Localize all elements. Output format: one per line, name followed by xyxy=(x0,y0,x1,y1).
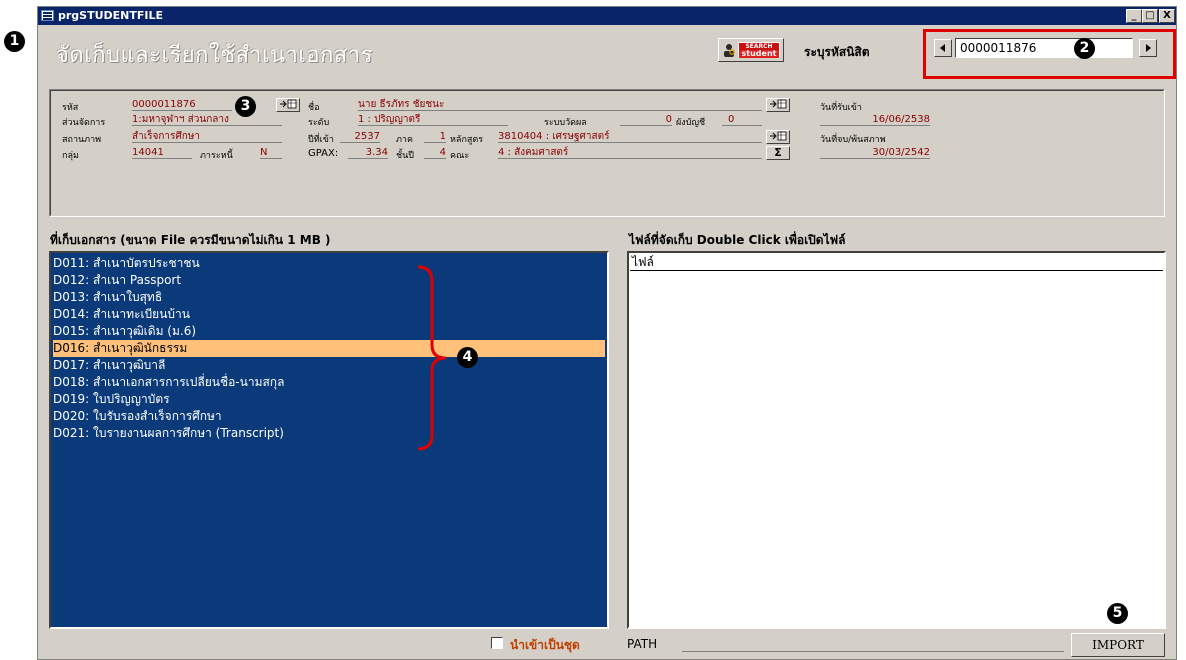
label-semester: ภาค xyxy=(396,135,414,145)
list-item[interactable]: D014: สำเนาทะเบียนบ้าน xyxy=(53,306,605,323)
list-item[interactable]: D013: สำเนาใบสุทธิ xyxy=(53,289,605,306)
label-unit: ส่วนจัดการ xyxy=(62,118,106,128)
files-section-title: ไฟล์ที่จัดเก็บ Double Click เพื่อเปิดไฟล… xyxy=(629,233,846,247)
search-student-button[interactable]: SEARCH student xyxy=(718,38,784,62)
stored-files-panel[interactable]: ไฟล์ 5 xyxy=(627,251,1166,629)
student-info-panel: รหัส 0000011876 3 ชื่อ นาย ธีรภัทร ชัยชน… xyxy=(49,89,1165,217)
path-field xyxy=(682,651,1064,652)
value-class-year: 4 xyxy=(424,147,446,159)
label-name: ชื่อ xyxy=(308,103,320,113)
import-as-set-label: นำเข้าเป็นชุด xyxy=(510,638,580,652)
value-admit-date: 16/06/2538 xyxy=(820,114,930,126)
list-item-selected[interactable]: D016: สำเนาวุฒินักธรรม xyxy=(53,340,605,357)
label-class-year: ชั้นปี xyxy=(396,151,414,161)
label-status: สถานภาพ xyxy=(62,135,102,145)
previous-record-button[interactable] xyxy=(934,39,952,57)
value-group: 14041 xyxy=(132,147,192,159)
code-lookup-button[interactable] xyxy=(276,98,300,112)
page-title: จัดเก็บและเรียกใช้สำเนาเอกสาร xyxy=(56,43,374,68)
label-debt: ภาระหนี้ xyxy=(200,151,233,161)
callout-marker-1: 1 xyxy=(4,31,25,52)
value-status: สำเร็จการศึกษา xyxy=(132,131,282,143)
annotation-brace xyxy=(417,265,447,451)
value-unit: 1:มหาจุฬาฯ ส่วนกลาง xyxy=(132,114,282,126)
window-title: prgSTUDENTFILE xyxy=(58,9,164,22)
label-faculty: คณะ xyxy=(450,151,470,161)
document-type-list[interactable]: D011: สำเนาบัตรประชาชน D012: สำเนา Passp… xyxy=(49,251,609,629)
value-program: 3810404 : เศรษฐศาสตร์ xyxy=(498,131,762,143)
label-grad-date: วันที่จบ/พ้นสภาพ xyxy=(820,135,886,145)
app-window: prgSTUDENTFILE _ □ X จัดเก็บและเรียกใช้ส… xyxy=(37,6,1177,660)
path-label: PATH xyxy=(627,637,658,651)
name-detail-button[interactable] xyxy=(766,98,790,112)
label-group: กลุ่ม xyxy=(62,151,79,161)
value-debt: N xyxy=(260,147,282,159)
person-search-icon xyxy=(724,44,735,57)
arrow-left-icon xyxy=(940,44,945,52)
callout-marker-4: 4 xyxy=(457,347,478,368)
callout-marker-5: 5 xyxy=(1107,603,1128,624)
value-grad-date: 30/03/2542 xyxy=(820,147,930,159)
search-student-badge: SEARCH student xyxy=(738,42,780,58)
list-item[interactable]: D021: ใบรายงานผลการศึกษา (Transcript) xyxy=(53,425,605,442)
label-entry-year: ปีที่เข้า xyxy=(308,135,334,145)
list-item[interactable]: D019: ใบปริญญาบัตร xyxy=(53,391,605,408)
list-item[interactable]: D011: สำเนาบัตรประชาชน xyxy=(53,255,605,272)
import-button[interactable]: IMPORT xyxy=(1071,633,1165,657)
value-gpax: 3.34 xyxy=(348,147,388,159)
label-admit-date: วันที่รับเข้า xyxy=(820,103,862,113)
label-gpax: GPAX: xyxy=(308,148,339,159)
student-id-label: ระบุรหัสนิสิต xyxy=(804,45,870,59)
value-level: 1 : ปริญญาตรี xyxy=(358,114,508,126)
student-id-input[interactable] xyxy=(955,38,1133,58)
label-level: ระดับ xyxy=(308,118,330,128)
maximize-button[interactable]: □ xyxy=(1142,9,1158,23)
list-item[interactable]: D015: สำเนาวุฒิเดิม (ม.6) xyxy=(53,323,605,340)
sum-button[interactable]: Σ xyxy=(766,146,790,160)
list-item[interactable]: D012: สำเนา Passport xyxy=(53,272,605,289)
list-item[interactable]: D017: สำเนาวุฒิบาลี xyxy=(53,357,605,374)
list-item[interactable]: D018: สำเนาเอกสารการเปลี่ยนชื่อ-นามสกุล xyxy=(53,374,605,391)
label-eval-system: ระบบวัดผล xyxy=(544,118,587,128)
arrow-right-icon xyxy=(1146,44,1151,52)
value-account: 0 xyxy=(722,114,762,126)
files-column-header: ไฟล์ xyxy=(630,254,1163,271)
label-program: หลักสูตร xyxy=(450,135,484,145)
label-code: รหัส xyxy=(62,103,79,113)
value-entry-year: 2537 xyxy=(340,131,380,143)
next-record-button[interactable] xyxy=(1139,39,1157,57)
value-name: นาย ธีรภัทร ชัยชนะ xyxy=(358,99,762,111)
label-account: ผังบัญชี xyxy=(676,118,706,128)
documents-section-title: ที่เก็บเอกสาร (ขนาด File ควรมีขนาดไม่เกิ… xyxy=(50,233,331,247)
form-arrow-icon xyxy=(770,131,787,141)
program-detail-button[interactable] xyxy=(766,130,790,144)
value-code: 0000011876 xyxy=(132,99,232,111)
import-as-set-checkbox[interactable] xyxy=(491,637,503,649)
form-arrow-icon xyxy=(280,99,297,109)
value-eval-count: 0 xyxy=(620,114,672,126)
title-bar: prgSTUDENTFILE _ □ X xyxy=(38,7,1176,25)
callout-marker-2: 2 xyxy=(1074,38,1095,59)
app-icon xyxy=(41,10,54,21)
close-button[interactable]: X xyxy=(1159,9,1175,23)
value-faculty: 4 : สังคมศาสตร์ xyxy=(498,147,762,159)
value-semester: 1 xyxy=(424,131,446,143)
list-item[interactable]: D020: ใบรับรองสำเร็จการศึกษา xyxy=(53,408,605,425)
form-arrow-icon xyxy=(770,99,787,109)
minimize-button[interactable]: _ xyxy=(1126,9,1142,23)
search-badge-bottom: student xyxy=(739,50,779,58)
